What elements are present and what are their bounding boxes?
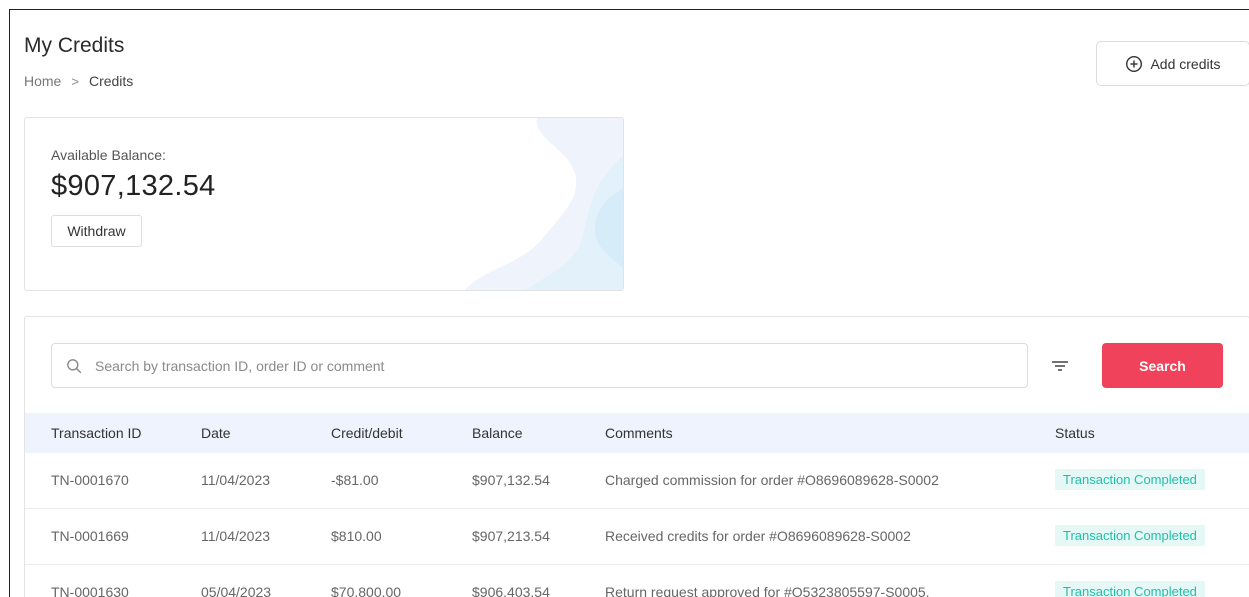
- page-title: My Credits: [24, 34, 125, 57]
- balance-card: Available Balance: $907,132.54 Withdraw: [24, 117, 624, 291]
- table-row[interactable]: TN-0001669 11/04/2023 $810.00 $907,213.5…: [25, 509, 1249, 565]
- transaction-balance: $906,403.54: [472, 584, 550, 597]
- search-box: [51, 343, 1028, 388]
- status-cell: Transaction Completed: [1055, 469, 1205, 490]
- add-credits-button[interactable]: Add credits: [1096, 41, 1249, 86]
- balance-label: Available Balance:: [51, 147, 166, 163]
- plus-circle-icon: [1126, 55, 1143, 72]
- breadcrumb-separator: >: [71, 73, 79, 89]
- search-button[interactable]: Search: [1102, 343, 1223, 388]
- filter-icon: [1052, 361, 1068, 371]
- transaction-comment: Received credits for order #O8696089628-…: [605, 528, 911, 544]
- breadcrumb-current: Credits: [88, 73, 134, 89]
- status-badge: Transaction Completed: [1055, 581, 1205, 597]
- transaction-date: 11/04/2023: [201, 472, 271, 488]
- filter-button[interactable]: [1049, 357, 1071, 375]
- breadcrumb-home[interactable]: Home: [24, 73, 61, 89]
- transaction-amount: $810.00: [331, 528, 382, 544]
- transaction-balance: $907,213.54: [472, 528, 550, 544]
- transaction-id: TN-0001630: [51, 584, 129, 597]
- transaction-id: TN-0001669: [51, 528, 129, 544]
- status-badge: Transaction Completed: [1055, 469, 1205, 490]
- status-badge: Transaction Completed: [1055, 525, 1205, 546]
- transaction-amount: -$81.00: [331, 472, 379, 488]
- withdraw-button[interactable]: Withdraw: [51, 215, 142, 247]
- status-cell: Transaction Completed: [1055, 525, 1205, 546]
- add-credits-label: Add credits: [1150, 55, 1221, 72]
- search-input[interactable]: [82, 344, 1027, 387]
- status-cell: Transaction Completed: [1055, 581, 1205, 597]
- transactions-card: Search Transaction ID Date Credit/debit …: [24, 316, 1249, 597]
- table-row[interactable]: TN-0001630 05/04/2023 $70,800.00 $906,40…: [25, 565, 1249, 597]
- transaction-balance: $907,132.54: [472, 472, 550, 488]
- breadcrumb: Home > Credits: [24, 73, 133, 89]
- transaction-date: 11/04/2023: [201, 528, 271, 544]
- app-frame: My Credits Home > Credits Add credits Av…: [9, 9, 1249, 597]
- table-row[interactable]: TN-0001670 11/04/2023 -$81.00 $907,132.5…: [25, 453, 1249, 509]
- transaction-date: 05/04/2023: [201, 584, 272, 597]
- column-header-credit-debit: Credit/debit: [331, 425, 403, 441]
- column-header-date: Date: [201, 425, 231, 441]
- transaction-amount: $70,800.00: [331, 584, 402, 597]
- column-header-comments: Comments: [605, 425, 673, 441]
- transaction-comment: Return request approved for #O5323805597…: [605, 584, 930, 597]
- column-header-balance: Balance: [472, 425, 523, 441]
- balance-card-decoration: [464, 118, 623, 290]
- transaction-id: TN-0001670: [51, 472, 129, 488]
- table-header: Transaction ID Date Credit/debit Balance…: [25, 413, 1249, 453]
- column-header-status: Status: [1055, 425, 1095, 441]
- search-icon: [67, 358, 82, 373]
- column-header-transaction-id: Transaction ID: [51, 425, 142, 441]
- transaction-comment: Charged commission for order #O869608962…: [605, 472, 939, 488]
- balance-amount: $907,132.54: [51, 170, 216, 202]
